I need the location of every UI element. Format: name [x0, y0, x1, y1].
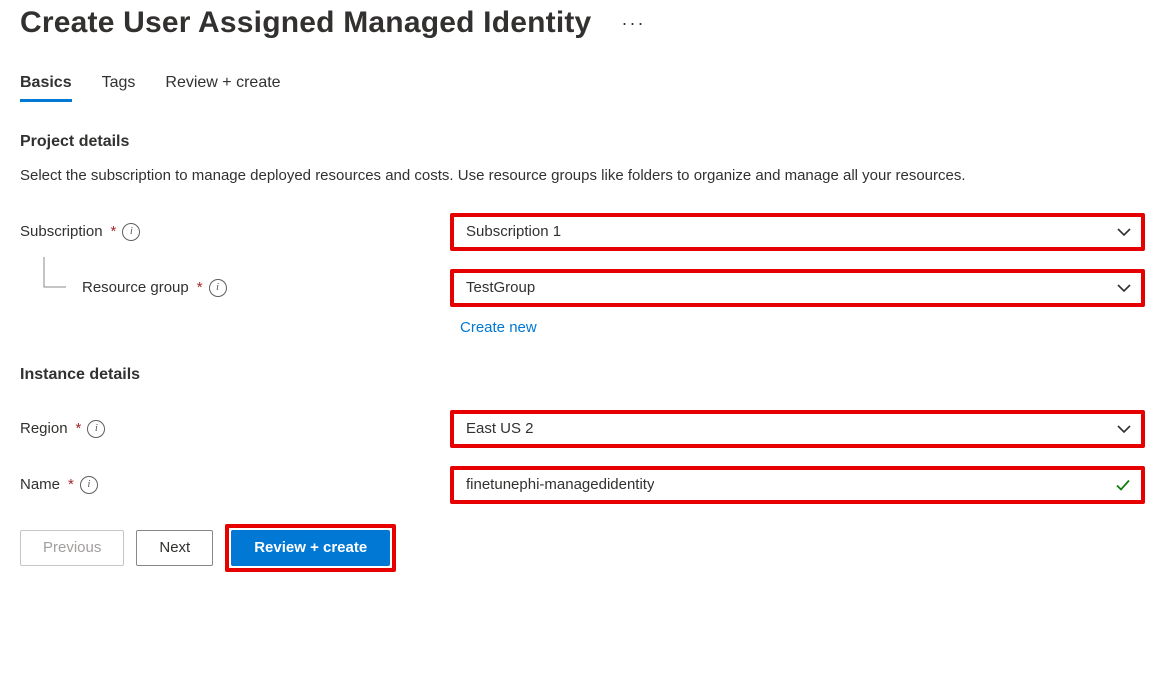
resource-group-row: Resource group * i TestGroup [20, 269, 1145, 307]
chevron-down-icon [1117, 225, 1131, 239]
name-label: Name * i [20, 476, 430, 494]
region-row: Region * i East US 2 [20, 410, 1145, 448]
instance-details-form: Region * i East US 2 Name * i finetuneph… [20, 410, 1145, 504]
name-row: Name * i finetunephi-managedidentity [20, 466, 1145, 504]
resource-group-sublink-row: Create new [20, 319, 1145, 336]
info-icon[interactable]: i [87, 420, 105, 438]
subscription-label-text: Subscription [20, 223, 103, 240]
subscription-value: Subscription 1 [466, 223, 561, 240]
create-new-link[interactable]: Create new [450, 319, 1145, 336]
project-details-heading: Project details [20, 133, 1145, 151]
required-indicator: * [68, 476, 74, 493]
subscription-select[interactable]: Subscription 1 [454, 217, 1141, 247]
project-details-description: Select the subscription to manage deploy… [20, 165, 1120, 187]
required-indicator: * [111, 223, 117, 240]
subscription-field: Subscription 1 [450, 213, 1145, 251]
resource-group-field: TestGroup [450, 269, 1145, 307]
region-field: East US 2 [450, 410, 1145, 448]
region-label-text: Region [20, 420, 68, 437]
chevron-down-icon [1117, 422, 1131, 436]
info-icon[interactable]: i [209, 279, 227, 297]
review-create-highlight: Review + create [225, 524, 396, 572]
region-select[interactable]: East US 2 [454, 414, 1141, 444]
more-actions-button[interactable]: ··· [615, 10, 651, 36]
resource-group-label-text: Resource group [82, 279, 189, 296]
next-button[interactable]: Next [136, 530, 213, 566]
page-root: Create User Assigned Managed Identity ··… [0, 0, 1165, 582]
required-indicator: * [76, 420, 82, 437]
title-row: Create User Assigned Managed Identity ··… [20, 0, 1145, 40]
info-icon[interactable]: i [80, 476, 98, 494]
name-input[interactable]: finetunephi-managedidentity [454, 470, 1141, 500]
footer-actions: Previous Next Review + create [20, 524, 1145, 572]
chevron-down-icon [1117, 281, 1131, 295]
tabs: Basics Tags Review + create [20, 68, 1145, 103]
info-icon[interactable]: i [122, 223, 140, 241]
tab-review-create[interactable]: Review + create [165, 68, 280, 102]
resource-group-value: TestGroup [466, 279, 535, 296]
resource-group-select[interactable]: TestGroup [454, 273, 1141, 303]
region-value: East US 2 [466, 420, 534, 437]
previous-button[interactable]: Previous [20, 530, 124, 566]
check-icon [1115, 477, 1131, 493]
tab-basics[interactable]: Basics [20, 68, 72, 102]
resource-group-label: Resource group * i [20, 279, 430, 297]
subscription-label: Subscription * i [20, 223, 430, 241]
name-field: finetunephi-managedidentity [450, 466, 1145, 504]
region-label: Region * i [20, 420, 430, 438]
name-label-text: Name [20, 476, 60, 493]
tree-line-icon [42, 257, 66, 297]
name-value: finetunephi-managedidentity [466, 476, 654, 493]
required-indicator: * [197, 279, 203, 296]
tab-tags[interactable]: Tags [102, 68, 136, 102]
page-title: Create User Assigned Managed Identity [20, 6, 591, 40]
instance-details-heading: Instance details [20, 366, 1145, 384]
subscription-row: Subscription * i Subscription 1 [20, 213, 1145, 251]
ellipsis-icon: ··· [621, 13, 645, 33]
project-details-form: Subscription * i Subscription 1 Resource… [20, 213, 1145, 336]
review-create-button[interactable]: Review + create [231, 530, 390, 566]
